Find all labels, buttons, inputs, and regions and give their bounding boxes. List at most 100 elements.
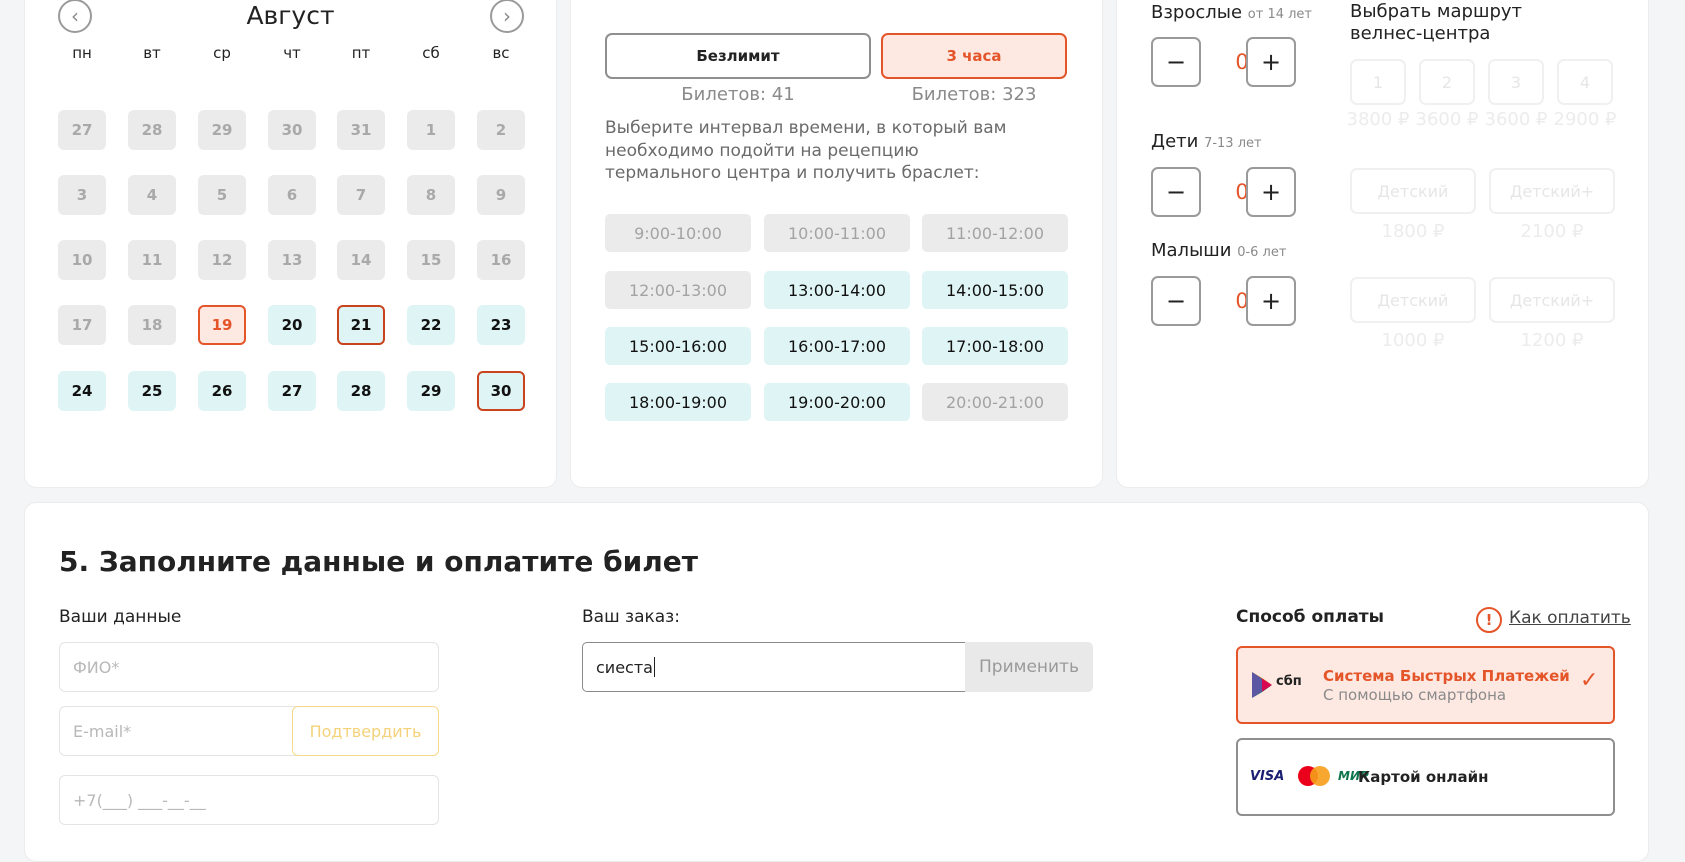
calendar-day: 1 <box>407 110 455 150</box>
sbp-logo: сбп <box>1250 668 1312 702</box>
weekday-label: пн <box>72 44 92 62</box>
babies-minus-button[interactable]: − <box>1151 276 1201 326</box>
adults-plus-button[interactable]: + <box>1246 37 1296 87</box>
calendar-day[interactable]: 30 <box>477 371 525 411</box>
calendar-day: 2 <box>477 110 525 150</box>
calendar-day: 29 <box>198 110 246 150</box>
calendar-day[interactable]: 25 <box>128 371 176 411</box>
route-number-button: 1 <box>1350 59 1406 105</box>
fio-input[interactable]: ФИО* <box>59 642 439 692</box>
calendar-day: 27 <box>58 110 106 150</box>
calendar-day[interactable]: 28 <box>337 371 385 411</box>
time-slot: 10:00-11:00 <box>764 214 910 252</box>
route-price: 3600 ₽ <box>1484 109 1548 130</box>
your-data-label: Ваши данные <box>59 607 182 627</box>
time-slot: 12:00-13:00 <box>605 271 751 309</box>
card-payment-option[interactable]: VISA МИР Картой онлайн <box>1236 738 1615 816</box>
time-slot: 11:00-12:00 <box>922 214 1068 252</box>
calendar-day[interactable]: 21 <box>337 305 385 345</box>
sbp-subtitle: С помощью смартфона <box>1323 686 1507 704</box>
calendar-day: 8 <box>407 175 455 215</box>
payment-method-label: Способ оплаты <box>1236 607 1385 627</box>
babies-plus-button[interactable]: + <box>1246 276 1296 326</box>
calendar-day: 10 <box>58 240 106 280</box>
check-icon: ✓ <box>1580 668 1599 693</box>
kids-route-button: Детский+ <box>1489 277 1615 323</box>
email-input[interactable]: E-mail* <box>59 706 299 756</box>
calendar-day[interactable]: 24 <box>58 371 106 411</box>
calendar-day: 31 <box>337 110 385 150</box>
ticket-type-button[interactable]: Безлимит <box>605 33 871 79</box>
time-slot[interactable]: 17:00-18:00 <box>922 327 1068 365</box>
route-number-button: 2 <box>1419 59 1475 105</box>
kids-route-button: Детский <box>1350 277 1476 323</box>
text-cursor <box>653 657 655 677</box>
children-label: Дети 7-13 лет <box>1151 131 1262 152</box>
calendar-day[interactable]: 23 <box>477 305 525 345</box>
kids-route-price: 1800 ₽ <box>1381 221 1445 242</box>
time-slot: 20:00-21:00 <box>922 383 1068 421</box>
time-slot: 9:00-10:00 <box>605 214 751 252</box>
calendar-day: 9 <box>477 175 525 215</box>
children-plus-button[interactable]: + <box>1246 167 1296 217</box>
kids-route-price: 1000 ₽ <box>1381 330 1445 351</box>
order-label: Ваш заказ: <box>582 607 680 627</box>
confirm-email-button[interactable]: Подтвердить <box>292 706 439 756</box>
calendar-day: 28 <box>128 110 176 150</box>
weekday-label: ср <box>213 44 231 62</box>
kids-route-button: Детский+ <box>1489 168 1615 214</box>
calendar-day[interactable]: 27 <box>268 371 316 411</box>
calendar-day: 7 <box>337 175 385 215</box>
calendar-day: 5 <box>198 175 246 215</box>
calendar-day: 11 <box>128 240 176 280</box>
ticket-count: Билетов: 323 <box>911 84 1037 105</box>
form-card: 5. Заполните данные и оплатите билет Ваш… <box>24 502 1649 862</box>
babies-label: Малыши 0-6 лет <box>1151 240 1287 261</box>
sbp-title: Система Быстрых Платежей <box>1323 667 1570 685</box>
time-slot[interactable]: 14:00-15:00 <box>922 271 1068 309</box>
calendar-day: 14 <box>337 240 385 280</box>
phone-input[interactable]: +7(___) ___-__-__ <box>59 775 439 825</box>
next-month-button[interactable]: › <box>490 0 524 33</box>
route-price: 2900 ₽ <box>1553 109 1617 130</box>
weekday-label: пт <box>351 44 371 62</box>
ticket-type-button[interactable]: 3 часа <box>881 33 1067 79</box>
kids-route-price: 1200 ₽ <box>1520 330 1584 351</box>
warning-icon: ! <box>1476 607 1502 633</box>
how-to-pay-link[interactable]: Как оплатить <box>1509 608 1631 628</box>
route-price: 3600 ₽ <box>1415 109 1479 130</box>
ticket-card: Безлимит Билетов: 41 3 часа Билетов: 323 Вы… <box>570 0 1103 488</box>
time-slot[interactable]: 18:00-19:00 <box>605 383 751 421</box>
calendar-day[interactable]: 22 <box>407 305 455 345</box>
interval-instructions: Выберите интервал времени, в который вам… <box>605 118 1007 183</box>
weekday-label: вт <box>143 44 161 62</box>
mastercard-logo <box>1298 766 1330 786</box>
children-minus-button[interactable]: − <box>1151 167 1201 217</box>
promo-value: сиеста <box>596 657 653 677</box>
calendar-day: 15 <box>407 240 455 280</box>
time-slot[interactable]: 13:00-14:00 <box>764 271 910 309</box>
calendar-day[interactable]: 19 <box>198 305 246 345</box>
calendar-day: 16 <box>477 240 525 280</box>
time-slot[interactable]: 19:00-20:00 <box>764 383 910 421</box>
apply-promo-button[interactable]: Применить <box>965 642 1093 692</box>
card-title: Картой онлайн <box>1358 768 1489 786</box>
calendar-day[interactable]: 20 <box>268 305 316 345</box>
time-slot[interactable]: 15:00-16:00 <box>605 327 751 365</box>
calendar-day: 12 <box>198 240 246 280</box>
calendar-day: 4 <box>128 175 176 215</box>
calendar-day: 17 <box>58 305 106 345</box>
time-slot[interactable]: 16:00-17:00 <box>764 327 910 365</box>
weekday-label: сб <box>422 44 440 62</box>
adults-minus-button[interactable]: − <box>1151 37 1201 87</box>
calendar-day: 6 <box>268 175 316 215</box>
visa-logo: VISA <box>1250 769 1285 784</box>
calendar-day[interactable]: 29 <box>407 371 455 411</box>
promo-input[interactable]: сиеста <box>582 642 966 692</box>
weekday-label: чт <box>283 44 301 62</box>
calendar-day: 18 <box>128 305 176 345</box>
sbp-payment-option[interactable]: сбп Система Быстрых Платежей С помощью с… <box>1236 646 1615 724</box>
ticket-count: Билетов: 41 <box>681 84 795 105</box>
month-title: Август <box>246 1 335 30</box>
calendar-day[interactable]: 26 <box>198 371 246 411</box>
